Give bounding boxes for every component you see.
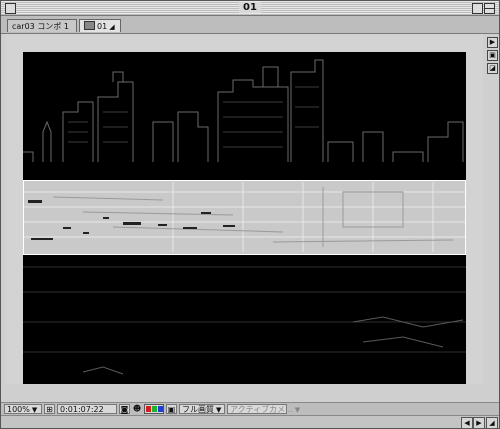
tab-composition[interactable]: car03 コンポ 1 [7, 19, 77, 32]
dropdown-arrow-icon: ▼ [216, 406, 222, 414]
resize-grip-icon[interactable]: ◢ [486, 417, 498, 429]
tab-flag-icon: ◢ [109, 23, 115, 31]
tab-label: car03 コンポ 1 [12, 22, 69, 31]
title-bar[interactable]: 01 [1, 1, 499, 16]
dropdown-arrow-icon: ▼ [31, 406, 38, 414]
zoom-value: 100% [7, 405, 30, 414]
mask-icon[interactable]: ◪ [487, 63, 498, 74]
zoom-box[interactable] [472, 3, 483, 14]
timecode-value: 0:01:07:22 [60, 405, 104, 414]
tab-label: 01 [97, 22, 108, 31]
scroll-corner [487, 389, 499, 401]
play-icon[interactable]: ▶ [487, 37, 498, 48]
dropdown-arrow-icon: ▼ [294, 406, 301, 414]
timecode-display[interactable]: 0:01:07:22 [57, 404, 117, 414]
camera-icon[interactable]: ◙ [119, 404, 130, 414]
side-icons: ▶ ▣ ◪ [487, 37, 498, 76]
composition-frame[interactable] [23, 52, 466, 384]
quality-menu[interactable]: フル画質 ▼ [179, 404, 225, 414]
composition-window: 01 car03 コンポ 1 01 ◢ ▶ ▣ ◪ 100% ▼ ⊞ 0:01:… [0, 0, 500, 429]
collapse-box[interactable] [484, 3, 495, 14]
scroll-right-icon[interactable]: ▶ [473, 417, 485, 429]
zoom-menu[interactable]: 100% ▼ [4, 404, 42, 414]
grid-icon[interactable]: ▣ [487, 50, 498, 61]
scroll-left-icon[interactable]: ◀ [461, 417, 473, 429]
footage-image [23, 52, 466, 384]
composition-icon [84, 21, 95, 30]
window-title: 01 [1, 2, 499, 13]
resolution-icon[interactable]: ⊞ [44, 404, 55, 414]
region-icon[interactable]: ▣ [166, 404, 177, 414]
tab-row: car03 コンポ 1 01 ◢ [1, 16, 499, 34]
horizontal-scrollbar[interactable]: ◀ ▶ ◢ [1, 415, 499, 429]
person-icon[interactable]: ☻ [132, 404, 142, 414]
status-bar: 100% ▼ ⊞ 0:01:07:22 ◙ ☻ ▣ フル画質 ▼ アクティブカメ..… [1, 402, 499, 416]
camera-value: アクティブカメ... [230, 405, 293, 414]
pasteboard [5, 34, 483, 384]
camera-menu[interactable]: アクティブカメ... ▼ [227, 404, 300, 414]
quality-value: フル画質 [182, 405, 214, 414]
tab-01[interactable]: 01 ◢ [79, 19, 121, 32]
channels-icon[interactable] [144, 404, 164, 414]
